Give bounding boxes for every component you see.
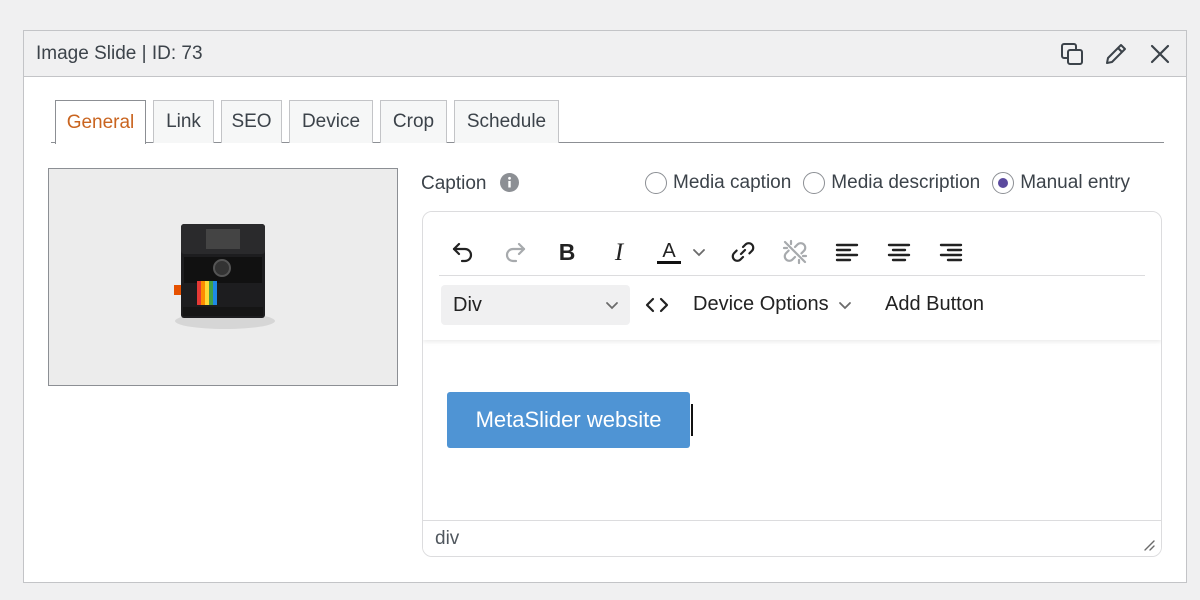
tab-crop[interactable]: Crop — [380, 100, 447, 143]
chevron-down-icon[interactable] — [688, 234, 710, 270]
element-path[interactable]: div — [435, 528, 459, 550]
bold-icon[interactable]: B — [549, 234, 585, 270]
chevron-down-icon — [838, 301, 851, 309]
align-right-icon[interactable] — [933, 234, 969, 270]
tab-bar: General Link SEO Device Crop Schedule — [51, 100, 1164, 144]
caption-source-radio-group: Media caption Media description Manual e… — [645, 172, 1130, 194]
tab-schedule[interactable]: Schedule — [454, 100, 559, 143]
info-icon[interactable] — [500, 173, 519, 192]
tab-device[interactable]: Device — [289, 100, 373, 143]
align-left-icon[interactable] — [829, 234, 865, 270]
tab-seo[interactable]: SEO — [221, 100, 282, 143]
radio-button[interactable] — [645, 172, 667, 194]
redo-icon[interactable] — [497, 234, 533, 270]
radio-button-checked[interactable] — [992, 172, 1015, 194]
chevron-down-icon — [606, 302, 618, 310]
image-slide-panel: Image Slide | ID: 73 General Link SEO De… — [23, 30, 1187, 583]
header-actions — [1056, 40, 1176, 68]
source-code-icon[interactable] — [639, 287, 675, 323]
radio-media-caption[interactable]: Media caption — [645, 172, 791, 194]
toolbar-row-primary: B I A — [439, 228, 1145, 276]
duplicate-icon[interactable] — [1056, 40, 1088, 68]
device-options-label: Device Options — [693, 293, 829, 315]
content-link-button[interactable]: MetaSlider website — [447, 392, 690, 448]
svg-text:A: A — [662, 240, 676, 262]
caption-label: Caption — [421, 173, 487, 194]
caption-editor: B I A Div Device Options Add Button Meta… — [422, 211, 1162, 557]
align-center-icon[interactable] — [881, 234, 917, 270]
text-cursor — [691, 404, 693, 436]
unlink-icon[interactable] — [777, 234, 813, 270]
close-icon[interactable] — [1144, 40, 1176, 68]
undo-icon[interactable] — [445, 234, 481, 270]
camera-image — [49, 169, 397, 385]
block-format-select[interactable]: Div — [441, 285, 630, 325]
italic-icon[interactable]: I — [601, 234, 637, 270]
editor-toolbar: B I A Div Device Options Add Button — [423, 212, 1161, 340]
radio-label: Manual entry — [1020, 172, 1131, 193]
link-icon[interactable] — [725, 234, 761, 270]
editor-content-area[interactable]: MetaSlider website — [423, 340, 1161, 520]
slide-image-thumbnail[interactable] — [48, 168, 398, 386]
radio-button[interactable] — [803, 172, 826, 194]
text-color-icon[interactable]: A — [651, 234, 687, 270]
panel-title: Image Slide | ID: 73 — [36, 43, 203, 64]
panel-header: Image Slide | ID: 73 — [24, 31, 1186, 77]
editor-status-bar: div — [423, 520, 1161, 556]
toolbar-row-secondary: Div Device Options Add Button — [439, 284, 1145, 326]
radio-manual-entry[interactable]: Manual entry — [992, 172, 1130, 194]
radio-label: Media description — [831, 172, 981, 193]
resize-handle-icon[interactable] — [1141, 537, 1155, 551]
svg-text:I: I — [614, 240, 625, 264]
svg-text:B: B — [559, 240, 576, 264]
tab-link[interactable]: Link — [153, 100, 214, 143]
tab-general[interactable]: General — [55, 100, 146, 144]
radio-media-description[interactable]: Media description — [803, 172, 980, 194]
pencil-icon[interactable] — [1100, 40, 1132, 68]
block-format-value: Div — [453, 293, 482, 316]
radio-label: Media caption — [673, 172, 792, 193]
add-button-button[interactable]: Add Button — [885, 293, 984, 316]
device-options-menu[interactable]: Device Options — [693, 293, 853, 316]
